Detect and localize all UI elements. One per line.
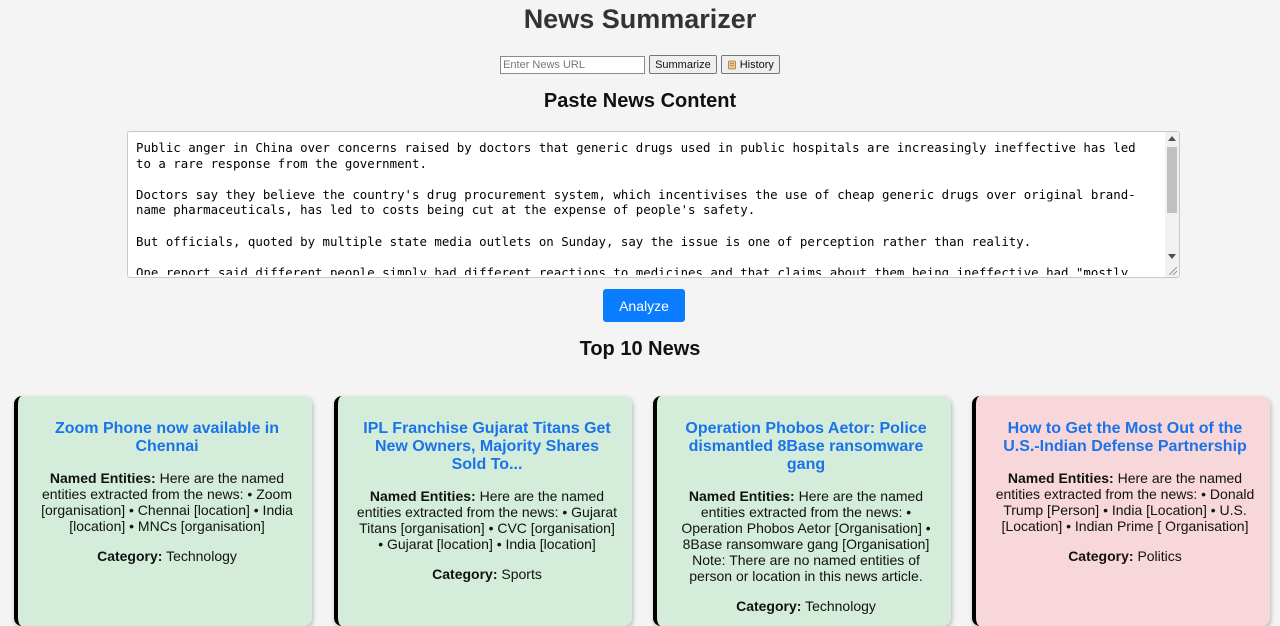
- category-label: Category:: [97, 548, 163, 564]
- entities-label: Named Entities:: [688, 488, 795, 504]
- entities-label: Named Entities:: [369, 488, 476, 504]
- resize-grip-icon[interactable]: [1169, 267, 1177, 275]
- analyze-button[interactable]: Analyze: [603, 289, 685, 322]
- news-card: Zoom Phone now available in Chennai Name…: [14, 396, 312, 626]
- news-url-input[interactable]: [500, 55, 646, 74]
- news-card: Operation Phobos Aetor: Police dismantle…: [653, 396, 951, 626]
- news-card-entities: Named Entities: Here are the named entit…: [356, 488, 618, 552]
- category-label: Category:: [432, 566, 498, 582]
- scroll-icon: [727, 60, 737, 70]
- category-label: Category:: [736, 598, 802, 614]
- news-content-text[interactable]: Public anger in China over concerns rais…: [136, 140, 1156, 275]
- category-value: Politics: [1137, 548, 1182, 564]
- page-title: News Summarizer: [523, 4, 757, 34]
- entities-label: Named Entities:: [1007, 470, 1114, 486]
- news-card-title[interactable]: Operation Phobos Aetor: Police dismantle…: [675, 420, 937, 474]
- category-value: Technology: [166, 548, 237, 564]
- scroll-up-arrow-icon[interactable]: [1168, 136, 1176, 141]
- news-card: How to Get the Most Out of the U.S.-Indi…: [972, 396, 1270, 626]
- scroll-down-arrow-icon[interactable]: [1168, 254, 1176, 259]
- news-card-title[interactable]: Zoom Phone now available in Chennai: [36, 420, 298, 456]
- textarea-scrollbar[interactable]: [1165, 132, 1179, 277]
- category-label: Category:: [1068, 548, 1134, 564]
- summarize-button[interactable]: Summarize: [649, 55, 717, 74]
- scrollbar-thumb[interactable]: [1167, 147, 1177, 213]
- news-card-category: Category: Sports: [356, 566, 618, 582]
- news-content-textarea[interactable]: Public anger in China over concerns rais…: [127, 131, 1180, 278]
- top-news-heading: Top 10 News: [579, 338, 701, 360]
- paste-content-heading: Paste News Content: [543, 90, 737, 112]
- news-card-entities: Named Entities: Here are the named entit…: [36, 470, 298, 534]
- history-button[interactable]: History: [720, 55, 780, 74]
- summarize-button-label: Summarize: [655, 58, 711, 71]
- news-card-entities: Named Entities: Here are the named entit…: [994, 470, 1256, 534]
- history-button-label: History: [739, 58, 774, 71]
- news-card-category: Category: Technology: [675, 598, 937, 614]
- news-card-title[interactable]: How to Get the Most Out of the U.S.-Indi…: [994, 420, 1256, 456]
- news-card: IPL Franchise Gujarat Titans Get New Own…: [334, 396, 632, 626]
- url-toolbar: Summarize History: [0, 55, 1280, 74]
- news-card-category: Category: Politics: [994, 548, 1256, 564]
- category-value: Technology: [805, 598, 876, 614]
- news-card-entities: Named Entities: Here are the named entit…: [675, 488, 937, 584]
- news-card-title[interactable]: IPL Franchise Gujarat Titans Get New Own…: [356, 420, 618, 474]
- category-value: Sports: [501, 566, 542, 582]
- entities-label: Named Entities:: [49, 470, 156, 486]
- news-card-category: Category: Technology: [36, 548, 298, 564]
